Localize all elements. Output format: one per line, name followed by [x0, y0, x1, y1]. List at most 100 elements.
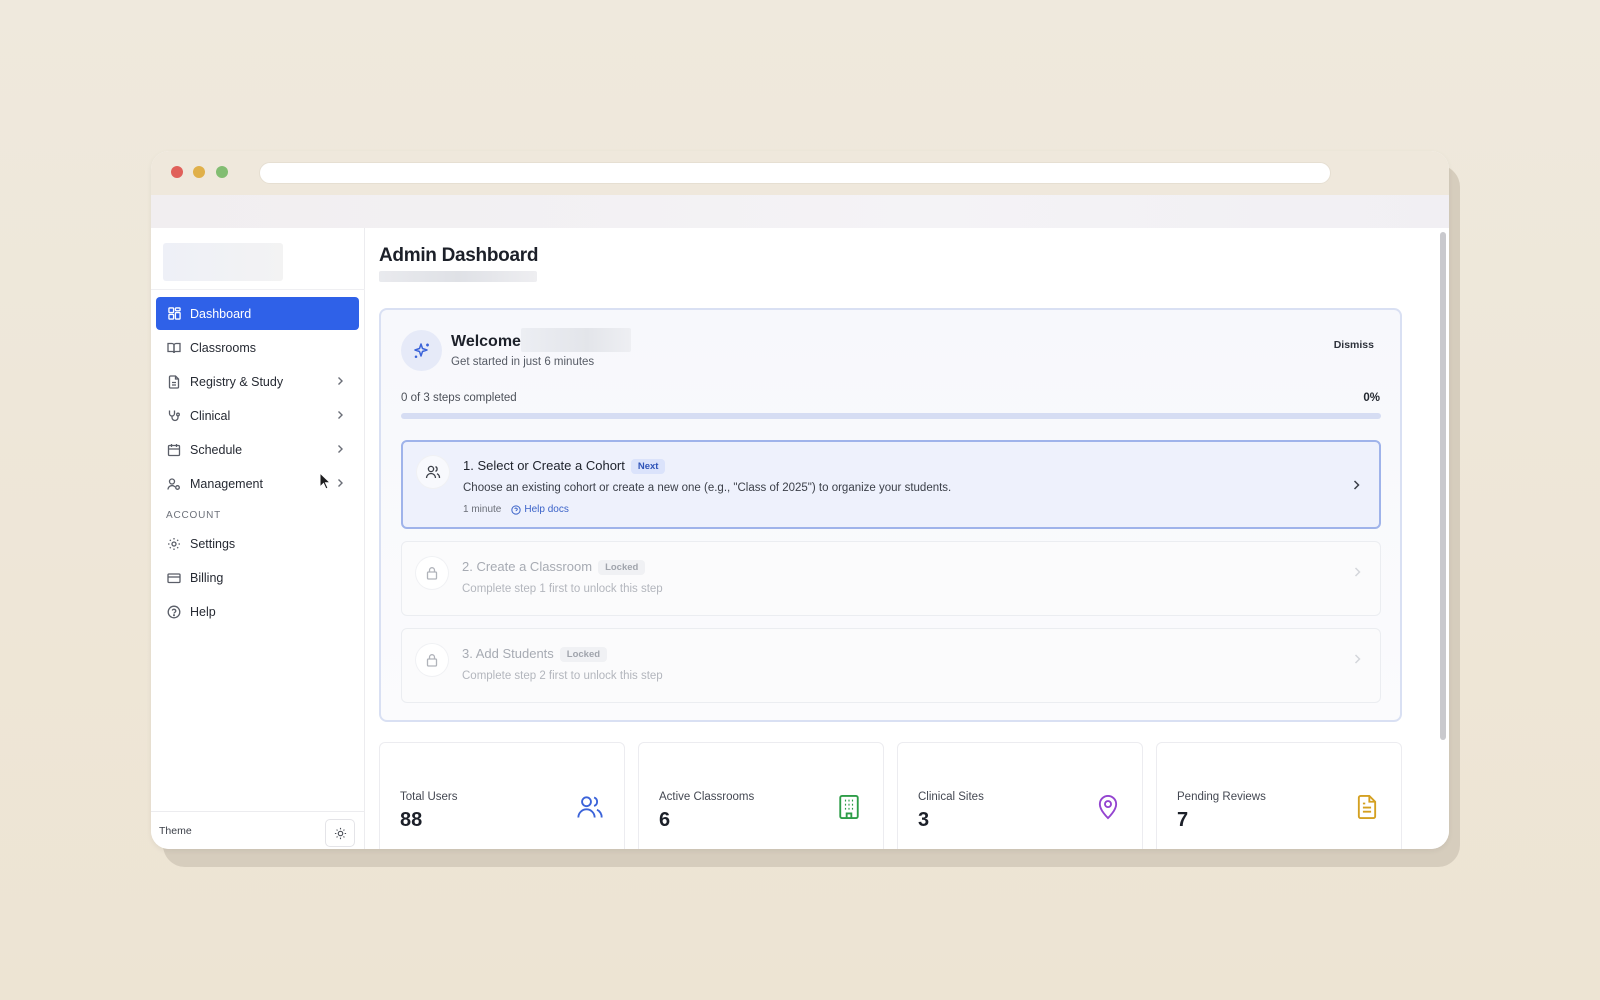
window-titlebar [151, 151, 1449, 195]
user-name [521, 328, 631, 352]
credit-card-icon [166, 570, 182, 586]
dismiss-button[interactable]: Dismiss [1334, 339, 1374, 351]
stat-label: Clinical Sites [918, 791, 984, 803]
book-icon [166, 340, 182, 356]
sidebar-item-label: Clinical [190, 408, 231, 423]
stat-label: Total Users [400, 791, 458, 803]
help-circle-icon [166, 604, 182, 620]
calendar-icon [166, 442, 182, 458]
sidebar-item-label: Registry & Study [190, 374, 284, 389]
step-title-text: 3. Add Students [462, 646, 554, 661]
sidebar-item-billing[interactable]: Billing [156, 561, 359, 594]
welcome-title: Welcome [451, 333, 521, 350]
stat-card-active-classrooms[interactable]: Active Classrooms 6 [638, 742, 884, 849]
page-title: Admin Dashboard [379, 245, 539, 266]
file-text-icon [1357, 794, 1377, 820]
sidebar: Dashboard Classrooms Registry & Study Cl… [151, 228, 365, 849]
stat-value: 3 [918, 809, 930, 831]
page-subtitle [379, 271, 537, 282]
minimize-window-button[interactable] [193, 166, 205, 178]
mouse-cursor-icon [319, 472, 331, 490]
lock-icon [416, 644, 448, 676]
user-cog-icon [166, 476, 182, 492]
chevron-right-icon [338, 479, 343, 487]
browser-window: Dashboard Classrooms Registry & Study Cl… [151, 151, 1449, 849]
sidebar-item-label: Schedule [190, 442, 243, 457]
stat-label: Active Classrooms [659, 791, 755, 803]
step-title-text: 2. Create a Classroom [462, 559, 593, 574]
stat-value: 7 [1177, 809, 1189, 831]
sidebar-item-registry-study[interactable]: Registry & Study [156, 365, 359, 398]
sidebar-item-clinical[interactable]: Clinical [156, 399, 359, 432]
sidebar-item-label: Billing [190, 570, 224, 585]
document-icon [166, 374, 182, 390]
maximize-window-button[interactable] [216, 166, 228, 178]
sidebar-item-schedule[interactable]: Schedule [156, 433, 359, 466]
progress-bar [401, 413, 1381, 419]
stat-card-clinical-sites[interactable]: Clinical Sites 3 [897, 742, 1143, 849]
stat-value: 88 [400, 809, 423, 831]
sidebar-item-label: Management [190, 476, 263, 491]
stat-card-total-users[interactable]: Total Users 88 [379, 742, 625, 849]
chevron-right-icon [1354, 654, 1361, 664]
stats-row: Total Users 88 Active Classrooms 6 Clini… [379, 742, 1402, 849]
sidebar-item-dashboard[interactable]: Dashboard [156, 297, 359, 330]
step-1-card[interactable]: 1. Select or Create a Cohort Next Choose … [401, 440, 1381, 529]
users-icon [417, 456, 449, 488]
help-docs-link[interactable]: Help docs [511, 504, 569, 515]
sidebar-item-management[interactable]: Management [156, 467, 359, 500]
sidebar-divider [151, 289, 365, 290]
app-topbar [151, 195, 1449, 228]
sidebar-footer: Theme [151, 811, 365, 849]
theme-label: Theme [159, 824, 192, 837]
main-scrollbar[interactable] [1440, 232, 1446, 740]
lock-icon [416, 557, 448, 589]
sparkle-icon [401, 330, 442, 371]
close-window-button[interactable] [171, 166, 183, 178]
sidebar-item-label: Classrooms [190, 340, 256, 355]
step-1-description: Choose an existing cohort or create a ne… [463, 482, 952, 494]
step-2-title: 2. Create a Classroom Locked [462, 559, 646, 575]
help-docs-label: Help docs [524, 504, 569, 515]
chevron-right-icon [338, 377, 343, 385]
stethoscope-icon [166, 408, 182, 424]
building-icon [839, 794, 859, 820]
gear-icon [166, 536, 182, 552]
locked-badge: Locked [559, 647, 608, 662]
sidebar-item-label: Help [190, 604, 216, 619]
stat-card-pending-reviews[interactable]: Pending Reviews 7 [1156, 742, 1402, 849]
sidebar-item-label: Dashboard [190, 306, 252, 321]
step-2-description: Complete step 1 first to unlock this ste… [462, 583, 663, 595]
dashboard-grid-icon [166, 306, 182, 322]
help-circle-icon [511, 504, 522, 515]
users-icon [577, 796, 603, 818]
next-badge: Next [630, 459, 666, 474]
sidebar-item-classrooms[interactable]: Classrooms [156, 331, 359, 364]
chevron-right-icon [338, 411, 343, 419]
app-layout: Dashboard Classrooms Registry & Study Cl… [151, 228, 1449, 849]
sidebar-item-settings[interactable]: Settings [156, 527, 359, 560]
theme-toggle-button[interactable] [325, 819, 355, 847]
locked-badge: Locked [598, 560, 646, 575]
step-title-text: 1. Select or Create a Cohort [463, 458, 625, 473]
welcome-subtitle: Get started in just 6 minutes [451, 356, 595, 368]
step-3-title: 3. Add Students Locked [462, 646, 608, 662]
chevron-right-icon [1353, 480, 1360, 490]
steps-completed-text: 0 of 3 steps completed [401, 392, 517, 404]
map-pin-icon [1098, 795, 1118, 820]
sidebar-nav: Dashboard Classrooms Registry & Study Cl… [156, 297, 359, 629]
step-3-card: 3. Add Students Locked Complete step 2 fi… [401, 628, 1381, 703]
account-section-heading: ACCOUNT [166, 510, 222, 521]
stat-value: 6 [659, 809, 671, 831]
step-3-description: Complete step 2 first to unlock this ste… [462, 670, 663, 682]
step-1-title: 1. Select or Create a Cohort Next [463, 458, 666, 474]
sun-icon [334, 827, 346, 839]
address-bar[interactable] [259, 162, 1331, 184]
sidebar-item-help[interactable]: Help [156, 595, 359, 628]
progress-percent: 0% [1363, 392, 1380, 404]
step-1-meta: 1 minute Help docs [463, 504, 569, 515]
step-duration: 1 minute [463, 504, 502, 515]
chevron-right-icon [1354, 567, 1361, 577]
step-2-card: 2. Create a Classroom Locked Complete ste… [401, 541, 1381, 616]
logo[interactable] [163, 243, 283, 281]
